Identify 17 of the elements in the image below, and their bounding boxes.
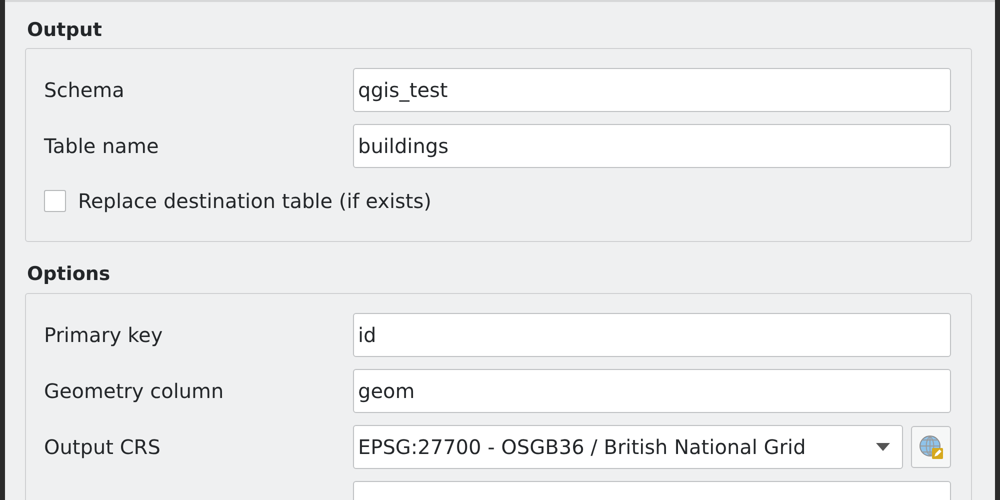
crs-dropdown[interactable]: EPSG:27700 - OSGB36 / British National Grid xyxy=(353,425,903,469)
field-label: Primary key xyxy=(44,323,164,347)
field-label: Table name xyxy=(44,134,160,158)
input-field[interactable]: buildings xyxy=(353,124,951,168)
section-heading: Options xyxy=(27,262,112,287)
input-field[interactable]: qgis_test xyxy=(353,68,951,112)
field-label: Schema xyxy=(44,78,126,102)
input-field[interactable]: geom xyxy=(353,369,951,413)
checkbox-label[interactable]: Replace destination table (if exists) xyxy=(78,189,432,213)
section-heading: Output xyxy=(27,18,103,43)
field-label: Output CRS xyxy=(44,435,162,459)
crs-button[interactable] xyxy=(911,426,951,468)
input-field[interactable]: id xyxy=(353,313,951,357)
checkbox[interactable] xyxy=(44,190,66,212)
field-label: Geometry column xyxy=(44,379,225,403)
caret-icon xyxy=(876,443,890,451)
globe-icon xyxy=(918,434,944,460)
